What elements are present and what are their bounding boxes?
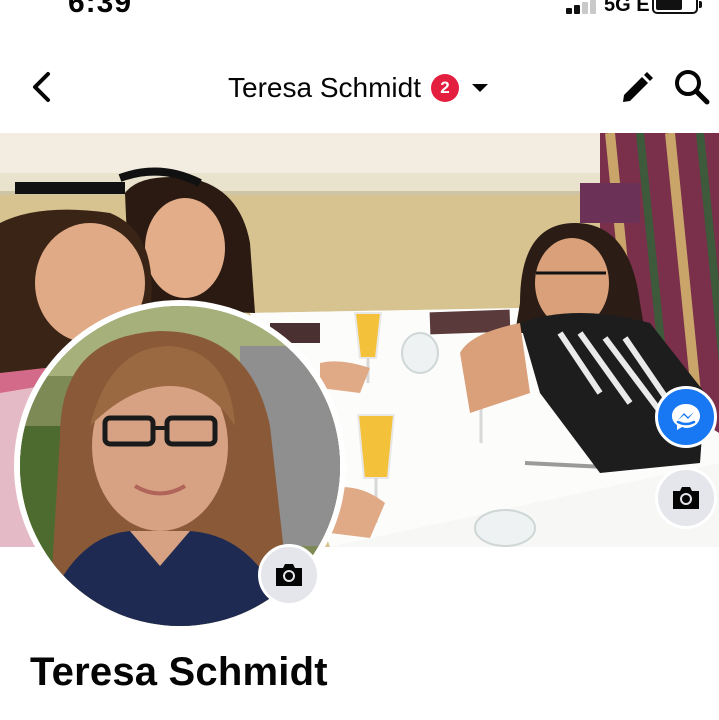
chevron-left-icon (33, 72, 50, 102)
pencil-icon (623, 72, 653, 102)
notification-badge: 2 (430, 73, 459, 102)
title-switcher[interactable]: Teresa Schmidt 2 (0, 55, 719, 120)
profile-name: Teresa Schmidt (30, 650, 328, 694)
search-icon (675, 70, 710, 105)
edit-cover-photo-button[interactable] (655, 467, 717, 529)
edit-profile-picture-button[interactable] (258, 544, 320, 606)
cellular-signal-icon (566, 0, 600, 14)
network-type: 5G E (604, 0, 650, 16)
profile-header: Teresa Schmidt 2 (0, 55, 719, 120)
camera-icon (276, 564, 302, 586)
messenger-button[interactable] (655, 386, 717, 448)
back-button[interactable] (24, 67, 64, 107)
messenger-icon (672, 404, 700, 430)
status-bar: 6:39 5G E (0, 0, 719, 20)
camera-icon (673, 487, 699, 509)
search-button[interactable] (672, 67, 712, 107)
page-title: Teresa Schmidt (228, 71, 421, 103)
edit-button[interactable] (618, 69, 656, 107)
battery-icon (652, 0, 702, 14)
caret-down-icon[interactable] (469, 77, 491, 99)
status-time: 6:39 (68, 0, 133, 19)
